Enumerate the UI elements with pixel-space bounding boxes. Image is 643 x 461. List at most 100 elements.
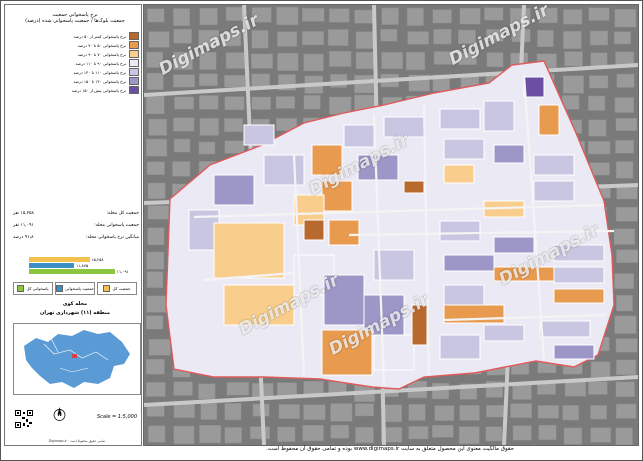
legend-row: نرخ پاسخوانی ۵۰ تا ۷۰ درصد — [13, 41, 139, 49]
basemap-building — [303, 53, 324, 72]
census-block[interactable] — [443, 164, 475, 184]
basemap-building — [277, 31, 298, 47]
basemap-building — [354, 9, 374, 24]
basemap-building — [147, 205, 169, 220]
basemap-building — [615, 140, 634, 154]
basemap-building — [431, 382, 450, 400]
basemap-building — [616, 359, 637, 376]
census-block[interactable] — [439, 108, 481, 130]
basemap-building — [484, 7, 504, 21]
basemap-building — [537, 405, 559, 419]
basemap-building — [303, 404, 326, 421]
basemap-building — [224, 118, 244, 133]
census-block[interactable] — [213, 222, 285, 279]
census-block[interactable] — [483, 324, 525, 342]
basemap-building — [613, 31, 631, 45]
census-block[interactable] — [483, 100, 515, 132]
basemap-building — [432, 424, 454, 438]
basemap-building — [407, 31, 429, 45]
basemap-building — [615, 161, 634, 179]
legend-swatch — [129, 68, 139, 76]
basemap-building — [562, 405, 580, 421]
basemap-building — [590, 52, 608, 66]
basemap-building — [173, 74, 196, 88]
basemap-building — [145, 95, 165, 115]
legend-swatch — [129, 32, 139, 40]
basemap-building — [224, 74, 246, 88]
map-area[interactable]: Digimaps.ir Digimaps.ir Digimaps.ir Digi… — [143, 4, 639, 446]
basemap-building — [590, 361, 611, 378]
census-block[interactable] — [493, 144, 525, 164]
basemap-building — [538, 424, 557, 441]
basemap-building — [275, 96, 296, 109]
basemap-building — [486, 52, 504, 68]
census-block[interactable] — [439, 334, 481, 360]
stat-value: ۱۵,۲۵۸ نفر — [13, 211, 34, 216]
stat-value: ۹۱٫۸ درصد — [13, 235, 34, 240]
basemap-building — [173, 138, 191, 153]
inset-map — [13, 323, 141, 395]
stat-bar-value: ۱۱,۸۷۵ — [76, 263, 89, 268]
basemap-building — [173, 28, 192, 44]
census-block[interactable] — [493, 236, 535, 254]
census-block[interactable] — [523, 76, 545, 98]
stat-value: ۱۱,۰۹۱ نفر — [13, 223, 34, 228]
basemap-building — [147, 8, 165, 23]
basemap-building — [173, 403, 195, 419]
census-block[interactable] — [213, 174, 255, 206]
basemap-building — [588, 95, 606, 111]
legend-row: نرخ پاسخوانی ۹۰ تا ۱۱۰ درصد — [13, 59, 139, 67]
basemap-building — [224, 140, 245, 154]
census-block[interactable] — [328, 219, 360, 246]
basemap-building — [146, 251, 165, 270]
basemap-building — [251, 73, 270, 88]
census-block[interactable] — [533, 180, 575, 202]
legend-swatch — [129, 77, 139, 85]
basemap-building — [148, 425, 166, 443]
census-block[interactable] — [263, 154, 305, 186]
basemap-building — [588, 7, 610, 21]
basemap-building — [327, 29, 349, 46]
basemap-building — [329, 8, 350, 23]
basemap-building — [330, 403, 353, 422]
basemap-building — [146, 161, 165, 175]
census-block[interactable] — [443, 284, 485, 306]
census-block[interactable] — [553, 266, 605, 284]
census-block[interactable] — [403, 180, 425, 194]
basemap-building — [148, 118, 168, 136]
basemap-building — [433, 28, 452, 45]
legend-label: نرخ پاسخوانی بیش از ۱۵۰ درصد — [71, 87, 126, 93]
stat-bar — [29, 257, 90, 262]
qr-code — [15, 410, 33, 428]
basemap-building — [146, 315, 164, 330]
census-block[interactable] — [553, 288, 605, 304]
basemap-building — [146, 271, 164, 288]
basemap-building — [251, 30, 269, 49]
stat-label: جمعیت کل محله: — [106, 211, 139, 216]
census-block[interactable] — [533, 154, 575, 176]
basemap-building — [225, 52, 248, 69]
basemap-building — [173, 117, 195, 132]
census-block[interactable] — [538, 104, 560, 136]
legend-row: نرخ پاسخوانی بیش از ۱۵۰ درصد — [13, 86, 139, 94]
census-block[interactable] — [373, 334, 415, 371]
basemap-building — [146, 138, 168, 157]
basemap-building — [613, 228, 635, 245]
legend-title: نرخ پاسخوانی جمعیت جمعیت بلوک‌ها / جمعیت… — [11, 12, 139, 24]
legend-box-swatch — [103, 285, 111, 292]
census-block[interactable] — [303, 219, 325, 241]
basemap-building — [486, 404, 505, 418]
basemap-building — [588, 381, 608, 395]
census-block[interactable] — [343, 124, 375, 148]
census-block[interactable] — [553, 344, 595, 360]
census-block[interactable] — [443, 254, 495, 272]
census-block[interactable] — [443, 138, 485, 160]
census-block[interactable] — [439, 220, 481, 242]
census-block[interactable] — [243, 124, 275, 146]
legend-label: نرخ پاسخوانی ۱۱۰ تا ۱۳۰ درصد — [73, 69, 126, 75]
basemap-building — [563, 427, 583, 445]
basemap-building — [145, 358, 165, 375]
basemap-building — [459, 7, 481, 25]
basemap-building — [148, 338, 171, 356]
census-block[interactable] — [539, 320, 591, 338]
